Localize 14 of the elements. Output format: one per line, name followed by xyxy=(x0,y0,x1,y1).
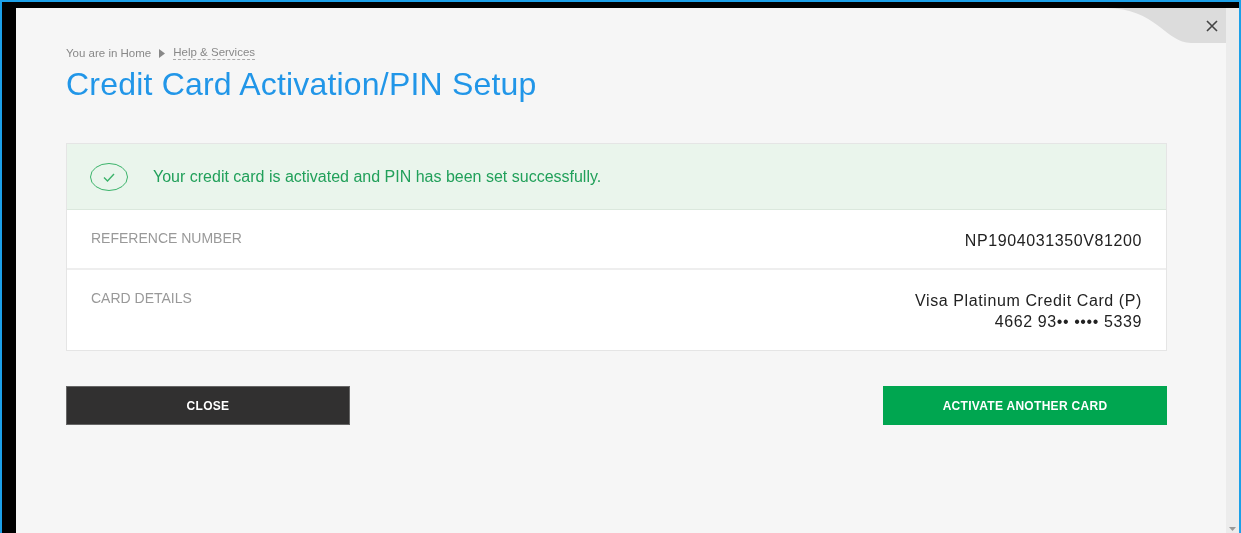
detail-value: Visa Platinum Credit Card (P) xyxy=(915,292,1142,310)
close-button[interactable]: CLOSE xyxy=(66,386,350,425)
detail-label: CARD DETAILS xyxy=(91,290,192,308)
check-circle-icon xyxy=(89,161,129,192)
detail-value: NP1904031350V81200 xyxy=(964,232,1142,250)
close-icon[interactable] xyxy=(1206,20,1218,32)
breadcrumb-arrow-icon xyxy=(159,48,166,58)
activate-button[interactable]: ACTIVATE ANOTHER CARD xyxy=(883,386,1167,425)
success-message: Your credit card is activated and PIN has been set successfully. xyxy=(153,167,602,186)
detail-label: REFERENCE NUMBER xyxy=(91,230,242,248)
page-title: Credit Card Activation/PIN Setup xyxy=(66,66,538,103)
breadcrumb-text: You are in Home xyxy=(66,47,152,59)
detail-value: 4662 93•• •••• 5339 xyxy=(994,313,1142,331)
breadcrumb-link[interactable]: Help & Services xyxy=(173,46,256,60)
